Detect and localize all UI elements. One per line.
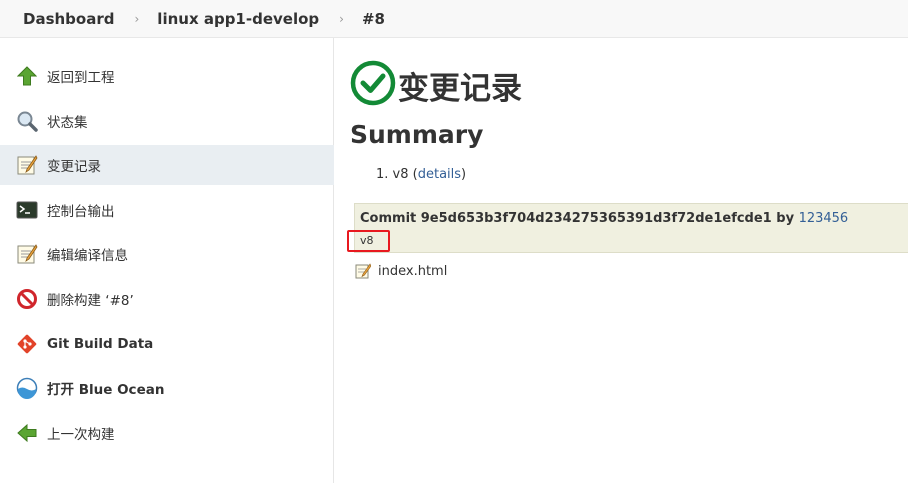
sidebar-item-label: 控制台输出 [47,204,115,220]
notepad-icon [16,154,38,176]
sidebar-item-label: Git Build Data [47,336,154,352]
breadcrumb-job[interactable]: linux app1-develop [157,10,319,28]
chevron-right-icon: › [339,11,344,26]
commit-header: Commit 9e5d653b3f704d234275365391d3f72de… [360,211,848,226]
commit-by: by [776,211,795,226]
sidebar-item-label: 上一次构建 [47,427,115,443]
sidebar-item-console-output[interactable]: 控制台输出 [0,190,334,230]
main-panel: 变更记录 Summary 1. v8 (details) Commit 9e5d… [347,38,908,483]
commit-message: v8 [347,230,390,252]
sidebar-item-label: 状态集 [47,115,88,131]
sidebar-item-label: 删除构建 ‘#8’ [47,293,134,309]
sidebar: 返回到工程 状态集 变更记录 控制台输出 编辑编译信息 删除构建 ‘#8’ Gi… [0,38,334,483]
sidebar-item-back-to-project[interactable]: 返回到工程 [0,56,334,96]
breadcrumb: Dashboard › linux app1-develop › #8 [0,0,908,38]
sidebar-item-edit-build-info[interactable]: 编辑编译信息 [0,234,334,274]
magnifier-icon [16,110,38,132]
sidebar-item-label: 编辑编译信息 [47,248,128,264]
notepad-edit-icon [16,243,38,265]
summary-item-text: v8 [392,167,409,182]
chevron-right-icon: › [134,11,140,26]
list-item-number: 1. [376,167,389,182]
no-entry-icon [16,288,38,310]
sidebar-item-label: 变更记录 [47,159,101,175]
breadcrumb-dashboard[interactable]: Dashboard [23,10,114,28]
paren-close: ) [461,167,467,182]
sidebar-item-git-build-data[interactable]: Git Build Data [0,324,334,364]
page-title-row: 变更记录 [350,60,522,110]
sidebar-item-status[interactable]: 状态集 [0,101,334,141]
details-link[interactable]: details [418,167,461,182]
sidebar-item-label: 返回到工程 [47,70,115,86]
git-icon [16,333,38,355]
up-arrow-icon [16,65,38,87]
commit-author-link[interactable]: 123456 [799,211,849,226]
page-title: 变更记录 [398,70,522,107]
sidebar-item-changes[interactable]: 变更记录 [0,145,334,185]
sidebar-item-delete-build[interactable]: 删除构建 ‘#8’ [0,279,334,319]
success-check-icon [350,60,396,110]
summary-heading: Summary [350,120,484,149]
commit-hash: 9e5d653b3f704d234275365391d3f72de1efcde1 [420,211,772,226]
blue-ocean-icon [16,377,38,399]
terminal-icon [16,199,38,221]
commit-prefix: Commit [360,211,417,226]
sidebar-item-label: 打开 Blue Ocean [47,382,165,398]
sidebar-item-previous-build[interactable]: 上一次构建 [0,413,334,453]
commit-box: Commit 9e5d653b3f704d234275365391d3f72de… [347,203,908,253]
left-arrow-icon [16,422,38,444]
summary-list-item: 1. v8 (details) [376,167,466,182]
changed-file-row: index.html [355,263,447,279]
sidebar-item-blue-ocean[interactable]: 打开 Blue Ocean [0,368,334,408]
edit-file-icon [355,263,372,279]
changed-file-name[interactable]: index.html [378,264,447,279]
breadcrumb-build[interactable]: #8 [362,10,385,28]
